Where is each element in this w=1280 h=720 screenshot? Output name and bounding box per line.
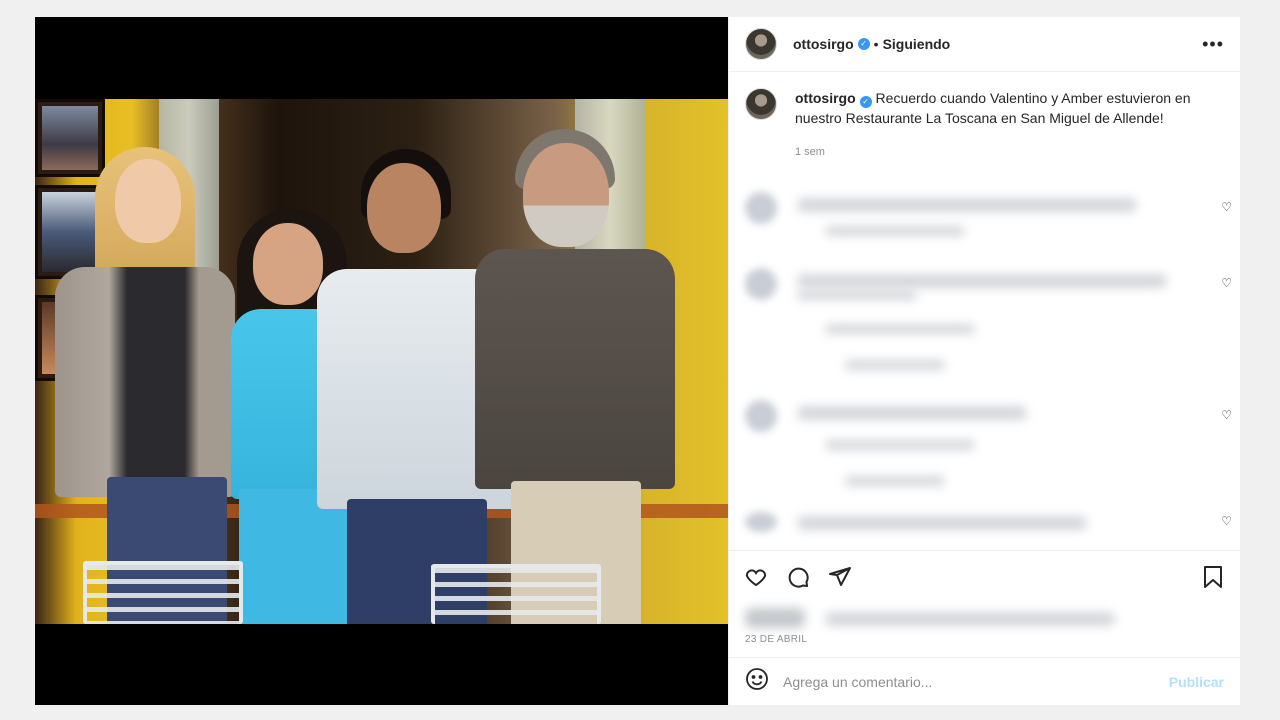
blurred-comment: ♡ [745, 400, 1240, 510]
comment-like-icon[interactable]: ♡ [1221, 514, 1232, 528]
add-comment-bar: Publicar [729, 657, 1240, 705]
post-date[interactable]: 23 DE ABRIL [729, 632, 1240, 657]
chair [83, 561, 243, 624]
publish-button[interactable]: Publicar [1169, 674, 1224, 690]
comments-section[interactable]: ottosirgo ✓ Recuerdo cuando Valentino y A… [729, 72, 1240, 550]
bookmark-icon[interactable] [1198, 562, 1228, 592]
avatar[interactable] [745, 88, 777, 120]
blurred-comment: ♡ [745, 192, 1240, 252]
caption: ottosirgo ✓ Recuerdo cuando Valentino y A… [729, 72, 1240, 162]
caption-body: ottosirgo ✓ Recuerdo cuando Valentino y A… [795, 88, 1215, 162]
following-button[interactable]: Siguiendo [883, 36, 951, 52]
heart-icon[interactable] [741, 562, 771, 592]
comment-like-icon[interactable]: ♡ [1221, 200, 1232, 214]
header-username[interactable]: ottosirgo [793, 36, 854, 52]
blurred-comment: ♡ [745, 512, 1240, 542]
likes-summary-blurred [729, 602, 1240, 632]
separator-dot: • [873, 36, 879, 52]
chair [431, 564, 601, 624]
comment-like-icon[interactable]: ♡ [1221, 276, 1232, 290]
post-actions [729, 550, 1240, 602]
post-side-panel: ottosirgo ✓ • Siguiendo ••• ottosirgo ✓ R… [728, 17, 1240, 705]
more-icon[interactable]: ••• [1202, 34, 1224, 55]
verified-icon: ✓ [857, 38, 870, 50]
comment-like-icon[interactable]: ♡ [1221, 408, 1232, 422]
caption-username[interactable]: ottosirgo [795, 90, 856, 106]
person-figure [55, 147, 245, 624]
share-icon[interactable] [825, 562, 855, 592]
caption-timestamp[interactable]: 1 sem [795, 142, 1215, 162]
instagram-post: ottosirgo ✓ • Siguiendo ••• ottosirgo ✓ R… [35, 17, 1240, 705]
blurred-comment: ♡ [745, 268, 1240, 378]
post-header: ottosirgo ✓ • Siguiendo ••• [729, 17, 1240, 72]
avatar[interactable] [745, 28, 777, 60]
emoji-icon[interactable] [745, 667, 769, 696]
comment-input[interactable] [783, 673, 1169, 690]
post-photo[interactable] [35, 99, 728, 624]
post-media[interactable] [35, 17, 728, 705]
person-figure [475, 129, 675, 624]
comment-icon[interactable] [783, 562, 813, 592]
verified-icon: ✓ [859, 96, 872, 108]
